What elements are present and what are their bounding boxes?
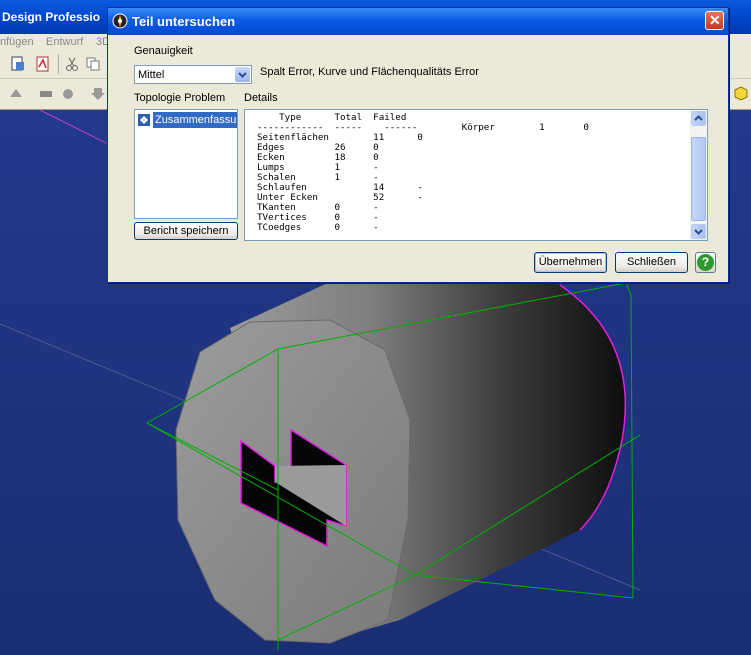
app-logo-icon: [112, 13, 128, 29]
details-text: Type Total Failed ------------ ----- ---…: [257, 112, 589, 233]
vertical-scrollbar[interactable]: [690, 110, 707, 240]
tool-icon[interactable]: [60, 85, 76, 101]
accuracy-value: Mittel: [138, 69, 165, 81]
zusammenfassung-icon: [138, 114, 150, 126]
menu-item-entwurf[interactable]: Entwurf: [46, 36, 83, 48]
list-item-label: Zusammenfassun: [153, 112, 237, 128]
help-button[interactable]: ?: [695, 252, 716, 273]
accuracy-label: Genauigkeit: [134, 45, 193, 57]
cube-icon[interactable]: [733, 85, 749, 101]
save-report-button[interactable]: Bericht speichern: [134, 222, 238, 240]
details-panel[interactable]: Type Total Failed ------------ ----- ---…: [244, 109, 708, 241]
scroll-thumb[interactable]: [691, 137, 706, 221]
arrow-down-icon[interactable]: [90, 85, 106, 101]
cut-icon[interactable]: [64, 56, 80, 72]
copy-icon[interactable]: [86, 56, 102, 72]
list-item[interactable]: Zusammenfassun: [137, 112, 237, 128]
close-dialog-button[interactable]: Schließen: [615, 252, 688, 273]
dropdown-arrow-icon[interactable]: [235, 67, 250, 82]
apply-button[interactable]: Übernehmen: [534, 252, 607, 273]
accuracy-note: Spalt Error, Kurve und Flächenqualitäts …: [260, 66, 479, 78]
topology-list[interactable]: Zusammenfassun: [134, 109, 238, 219]
close-button[interactable]: ✕: [705, 11, 724, 30]
print-preview-icon[interactable]: [10, 56, 26, 72]
pdf-icon[interactable]: [35, 56, 51, 72]
tool-icon[interactable]: [8, 85, 24, 101]
help-icon: ?: [697, 254, 714, 271]
toolbar-separator: [58, 54, 59, 74]
tool-icon[interactable]: [38, 85, 54, 101]
topology-label: Topologie Problem: [134, 92, 226, 104]
app-title: Design Professio: [2, 10, 101, 24]
details-label: Details: [244, 92, 278, 104]
scroll-up-button[interactable]: [691, 111, 706, 126]
accuracy-select[interactable]: Mittel: [134, 65, 252, 84]
scroll-down-button[interactable]: [691, 224, 706, 239]
close-icon: ✕: [709, 12, 721, 28]
teil-untersuchen-dialog: Teil untersuchen ✕ Genauigkeit Mittel Sp…: [107, 7, 729, 283]
dialog-titlebar[interactable]: Teil untersuchen ✕: [108, 8, 728, 35]
dialog-title: Teil untersuchen: [132, 14, 236, 29]
menu-item-einfuegen[interactable]: nfügen: [0, 36, 34, 48]
